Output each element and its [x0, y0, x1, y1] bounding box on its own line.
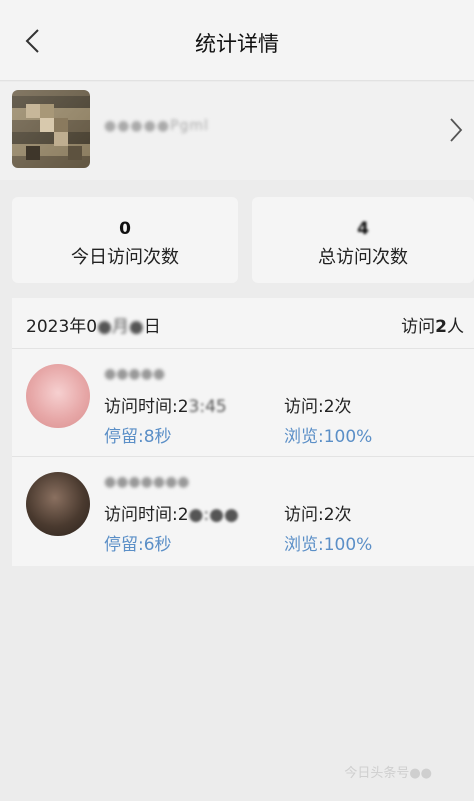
time-prefix: 访问时间:2 [104, 505, 189, 525]
visit-count: 访问:2次 [284, 397, 352, 417]
visit-time: 访问时间:23:45 [104, 392, 227, 417]
time-prefix: 访问时间:2 [104, 397, 189, 417]
today-visits-value: 0 [119, 219, 131, 239]
page-title: 统计详情 [195, 32, 279, 56]
profile-name: ●●●●●Pgml [104, 118, 209, 134]
date-hidden: ●月● [97, 317, 144, 337]
total-visits-label: 总访问次数 [318, 247, 408, 268]
today-visits-label: 今日访问次数 [71, 247, 179, 268]
visit-stay: 停留:8秒 [104, 427, 172, 447]
avatar [26, 364, 90, 428]
time-hidden: ●:●● [188, 505, 239, 525]
date-prefix: 2023年0 [26, 317, 98, 337]
visit-browse: 浏览:100% [284, 427, 373, 447]
visitor-name: ●●●●●●● [104, 474, 190, 490]
time-hidden: 3:45 [188, 397, 227, 417]
watermark: 今日头条号●● [344, 766, 432, 781]
visit-browse: 浏览:100% [284, 535, 373, 555]
visit-date: 2023年0●月●日 [26, 312, 161, 337]
today-visits-card: 0 今日访问次数 [12, 197, 238, 283]
visits-header: 2023年0●月●日 访问2人 [12, 298, 474, 349]
avatar [12, 90, 90, 168]
visit-time: 访问时间:2●:●● [104, 500, 239, 525]
list-item[interactable]: ●●●●●●● 访问时间:2●:●● 停留:6秒 访问:2次 浏览:100% [12, 458, 474, 564]
visitor-name: ●●●●● [104, 366, 166, 382]
count-prefix: 访问 [401, 317, 436, 337]
count-suffix: 人 [447, 317, 464, 337]
chevron-right-icon[interactable] [446, 116, 466, 144]
visit-count: 访问:2次 [284, 505, 352, 525]
avatar [26, 472, 90, 536]
visit-stay: 停留:6秒 [104, 535, 172, 555]
visits-panel: 2023年0●月●日 访问2人 ●●●●● 访问时间:23:45 停留:8秒 访… [12, 298, 474, 566]
total-visits-value: 4 [357, 219, 369, 239]
visitor-count: 访问2人 [401, 312, 464, 337]
total-visits-card: 4 总访问次数 [252, 197, 474, 283]
list-item[interactable]: ●●●●● 访问时间:23:45 停留:8秒 访问:2次 浏览:100% [12, 350, 474, 457]
count-value: 2 [435, 317, 447, 337]
top-navigation-bar: 统计详情 [0, 0, 474, 81]
date-suffix: 日 [143, 317, 161, 337]
profile-row[interactable]: ●●●●●Pgml [0, 82, 474, 180]
